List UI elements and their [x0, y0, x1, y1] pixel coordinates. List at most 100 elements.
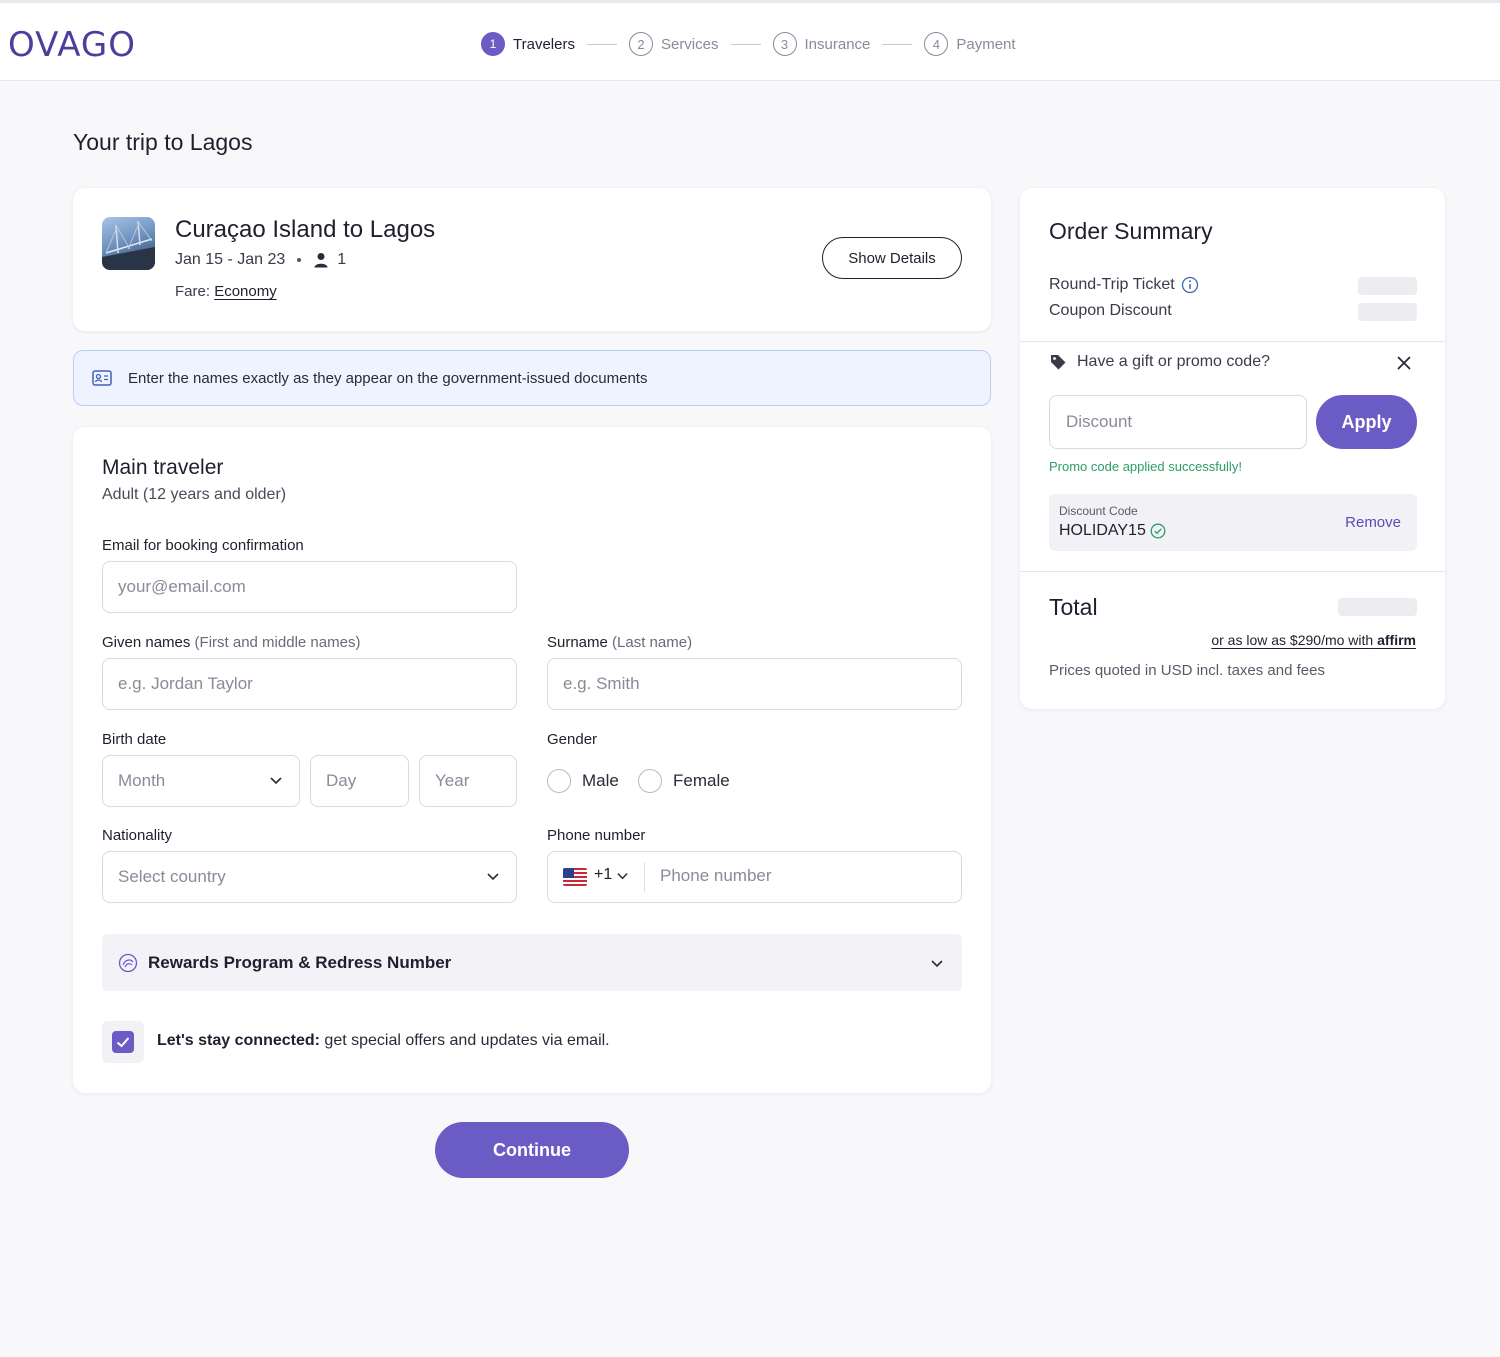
separator-dot [297, 258, 302, 262]
order-summary: Order Summary Round-Trip Ticket Coupon D… [1020, 188, 1445, 709]
step-label: Services [660, 35, 719, 53]
nationality-label: Nationality [102, 827, 173, 844]
show-details-button[interactable]: Show Details [822, 237, 962, 279]
discount-input[interactable]: Discount [1049, 395, 1307, 449]
discount-code-box: Discount Code HOLIDAY15 Remove [1049, 494, 1417, 551]
fare-value[interactable]: Economy [214, 283, 277, 300]
promo-question: Have a gift or promo code? [1049, 353, 1270, 371]
given-names-hint: (First and middle names) [194, 634, 361, 651]
chevron-down-icon [617, 872, 628, 879]
affirm-text: or as low as $290/mo with [1211, 632, 1374, 648]
newsletter-checkbox[interactable] [102, 1021, 144, 1063]
step-divider [882, 43, 913, 45]
us-flag-icon[interactable] [563, 868, 587, 886]
affirm-logo: affirm [1377, 632, 1416, 648]
chevron-down-icon [487, 873, 499, 881]
gender-male-radio[interactable]: Male [547, 769, 619, 793]
info-icon[interactable] [1181, 276, 1199, 294]
checkmark-icon [116, 1037, 130, 1048]
gender-female-radio[interactable]: Female [638, 769, 730, 793]
divider [1020, 341, 1445, 342]
fare-label: Fare: [175, 283, 211, 300]
rewards-accordion[interactable]: Rewards Program & Redress Number [102, 934, 962, 991]
step-number: 3 [772, 32, 797, 56]
step-label: Insurance [804, 35, 871, 53]
phone-label: Phone number [547, 827, 646, 844]
total-label: Total [1049, 594, 1098, 620]
radio-circle[interactable] [547, 769, 571, 793]
trip-dates: Jan 15 - Jan 23 [175, 251, 286, 268]
person-icon [314, 253, 328, 268]
newsletter-label-text: get special offers and updates via email… [319, 1032, 610, 1049]
rewards-icon [118, 953, 138, 972]
newsletter-label: Let's stay connected: get special offers… [157, 1032, 610, 1050]
phone-number-input[interactable]: Phone number [660, 866, 772, 886]
birth-date-label: Birth date [102, 731, 167, 748]
affirm-link[interactable]: or as low as $290/mo with affirm [1211, 632, 1416, 648]
newsletter-label-bold: Let's stay connected: [157, 1032, 320, 1049]
trip-meta: Jan 15 - Jan 23 1 [175, 251, 346, 269]
gender-female-label: Female [673, 771, 730, 790]
ovago-logo[interactable]: OVAGO [8, 25, 136, 65]
surname-hint: (Last name) [612, 634, 693, 651]
promo-question-text: Have a gift or promo code? [1077, 353, 1270, 370]
continue-button[interactable]: Continue [435, 1122, 629, 1178]
trip-fare: Fare: Economy [175, 283, 277, 300]
chevron-down-icon [270, 777, 282, 785]
step-travelers: 1 Travelers [481, 32, 575, 56]
notice-text: Enter the names exactly as they appear o… [128, 369, 648, 387]
step-number: 2 [628, 32, 653, 56]
country-code-select[interactable]: +1 [594, 866, 629, 884]
page-title: Your trip to Lagos [73, 129, 253, 155]
close-icon[interactable] [1396, 355, 1412, 371]
step-number: 1 [481, 32, 505, 56]
section-title: Main traveler [102, 456, 224, 479]
coupon-row: Coupon Discount [1049, 302, 1172, 320]
remove-code-link[interactable]: Remove [1345, 514, 1401, 531]
trip-route: Curaçao Island to Lagos [175, 216, 436, 243]
name-notice: Enter the names exactly as they appear o… [73, 350, 991, 406]
birth-month-value: Month [118, 771, 166, 790]
apply-button[interactable]: Apply [1316, 395, 1417, 449]
surname-label-text: Surname [547, 634, 608, 651]
id-card-icon [92, 370, 112, 386]
email-label: Email for booking confirmation [102, 537, 304, 554]
phone-divider [644, 862, 645, 892]
traveler-count: 1 [337, 251, 347, 268]
country-code-value: +1 [594, 866, 613, 883]
gender-male-label: Male [582, 771, 619, 790]
summary-title: Order Summary [1049, 218, 1213, 244]
birth-year-field[interactable]: Year [419, 755, 517, 807]
discount-code: HOLIDAY15 [1059, 522, 1166, 540]
top-bar: OVAGO 1 Travelers 2 Services 3 Insurance… [0, 0, 1500, 81]
phone-field[interactable]: +1 Phone number [547, 851, 962, 903]
radio-circle[interactable] [638, 769, 662, 793]
given-names-field[interactable]: e.g. Jordan Taylor [102, 658, 517, 710]
rewards-label: Rewards Program & Redress Number [148, 952, 452, 972]
birth-month-select[interactable]: Month [102, 755, 300, 807]
prices-note: Prices quoted in USD incl. taxes and fee… [1049, 662, 1325, 679]
birth-day-field[interactable]: Day [310, 755, 409, 807]
coupon-label: Coupon Discount [1049, 302, 1172, 319]
discount-code-label: Discount Code [1059, 504, 1138, 518]
total-price-placeholder [1338, 598, 1417, 616]
email-field[interactable]: your@email.com [102, 561, 517, 613]
discount-code-value: HOLIDAY15 [1059, 522, 1146, 539]
step-number: 4 [924, 32, 949, 56]
checkout-steps: 1 Travelers 2 Services 3 Insurance 4 Pay… [481, 31, 1016, 57]
tag-icon [1051, 355, 1066, 370]
step-services: 2 Services [628, 32, 719, 56]
round-trip-price-placeholder [1358, 277, 1417, 295]
round-trip-row: Round-Trip Ticket [1049, 276, 1199, 294]
coupon-price-placeholder [1358, 303, 1417, 321]
surname-field[interactable]: e.g. Smith [547, 658, 962, 710]
step-label: Payment [956, 35, 1016, 53]
step-insurance: 3 Insurance [772, 32, 871, 56]
step-label: Travelers [513, 35, 575, 53]
section-subtitle: Adult (12 years and older) [102, 486, 287, 503]
destination-image [102, 217, 155, 270]
nationality-value: Select country [118, 867, 226, 886]
nationality-select[interactable]: Select country [102, 851, 517, 903]
promo-success-message: Promo code applied successfully! [1049, 459, 1242, 474]
checkbox-checked[interactable] [112, 1031, 134, 1053]
